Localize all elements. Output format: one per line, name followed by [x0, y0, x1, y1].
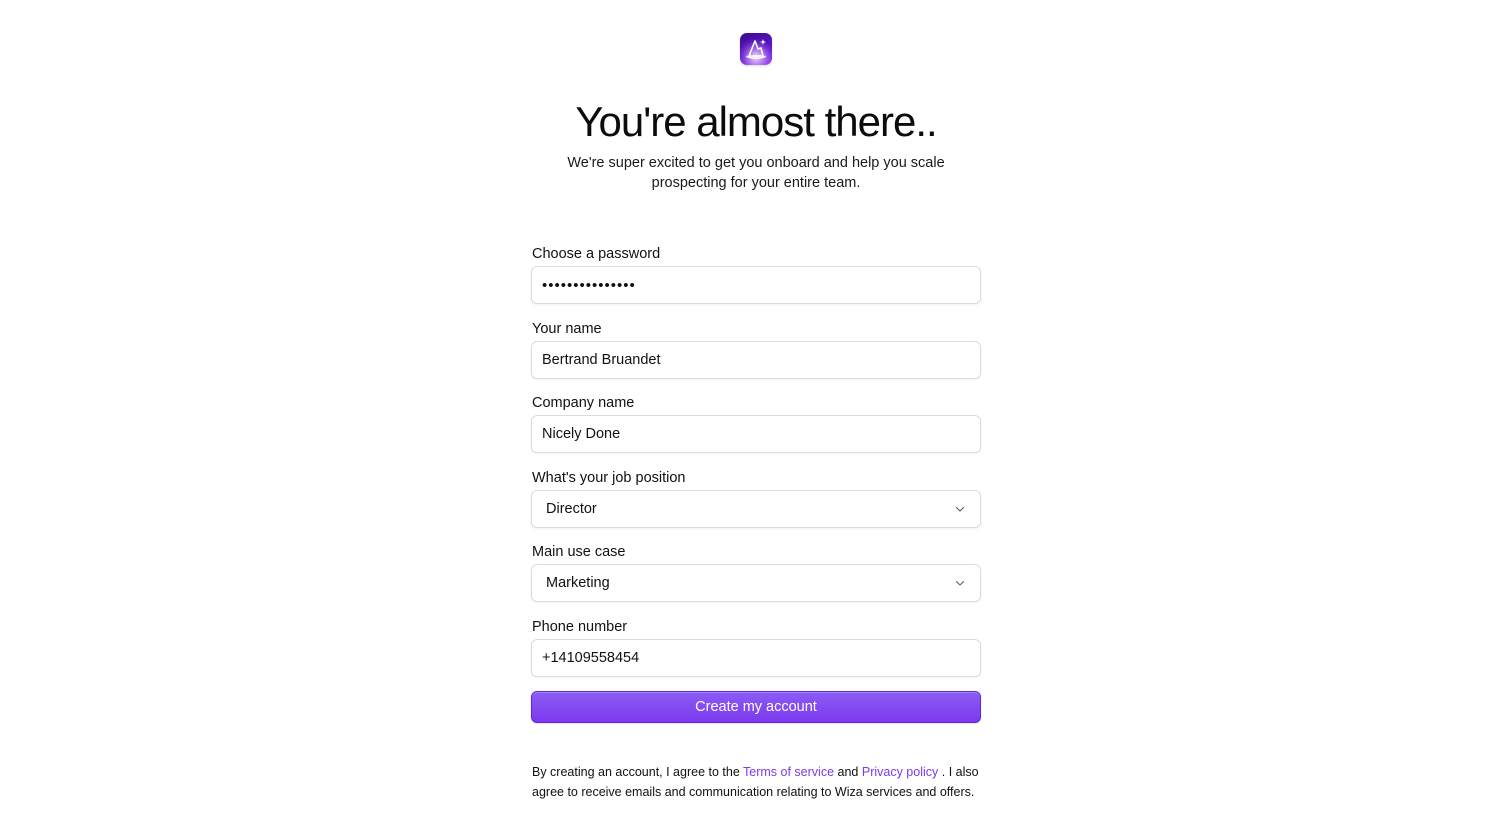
- page-title: You're almost there..: [575, 98, 937, 145]
- job-position-field-group: What's your job position Director: [531, 468, 981, 543]
- use-case-selected-value: Marketing: [546, 575, 610, 591]
- phone-input[interactable]: [531, 638, 981, 677]
- page-subtitle: We're super excited to get you onboard a…: [567, 155, 945, 191]
- signup-page: You're almost there.. We're super excite…: [0, 0, 1512, 814]
- use-case-label: Main use case: [532, 544, 626, 560]
- name-label: Your name: [532, 320, 602, 337]
- phone-label: Phone number: [532, 618, 628, 635]
- legal-prefix: By creating an account, I agree to the: [532, 765, 740, 779]
- use-case-select[interactable]: Marketing: [531, 564, 981, 602]
- terms-of-service-link[interactable]: Terms of service: [743, 765, 834, 779]
- wizard-hat-icon: [740, 33, 772, 65]
- phone-field-group: Phone number: [531, 617, 981, 692]
- password-label: Choose a password: [532, 246, 661, 262]
- job-position-label: What's your job position: [532, 469, 686, 486]
- chevron-down-icon: [954, 577, 966, 589]
- privacy-policy-link[interactable]: Privacy policy: [862, 765, 938, 779]
- legal-notice: By creating an account, I agree to the T…: [532, 762, 982, 802]
- company-field-group: Company name: [531, 393, 981, 468]
- create-account-button[interactable]: Create my account: [531, 691, 981, 723]
- company-label: Company name: [532, 395, 635, 411]
- password-field-group: Choose a password: [531, 244, 981, 319]
- name-input[interactable]: [531, 340, 981, 379]
- job-position-selected-value: Director: [546, 500, 597, 517]
- legal-and: and: [837, 765, 859, 779]
- logo: [740, 33, 772, 65]
- job-position-select[interactable]: Director: [531, 489, 981, 528]
- chevron-down-icon: [954, 503, 966, 515]
- name-field-group: Your name: [531, 319, 981, 394]
- use-case-field-group: Main use case Marketing: [531, 542, 981, 617]
- company-input[interactable]: [531, 415, 981, 453]
- signup-form: Choose a password Your name Company name…: [531, 244, 981, 691]
- password-input[interactable]: [531, 266, 981, 304]
